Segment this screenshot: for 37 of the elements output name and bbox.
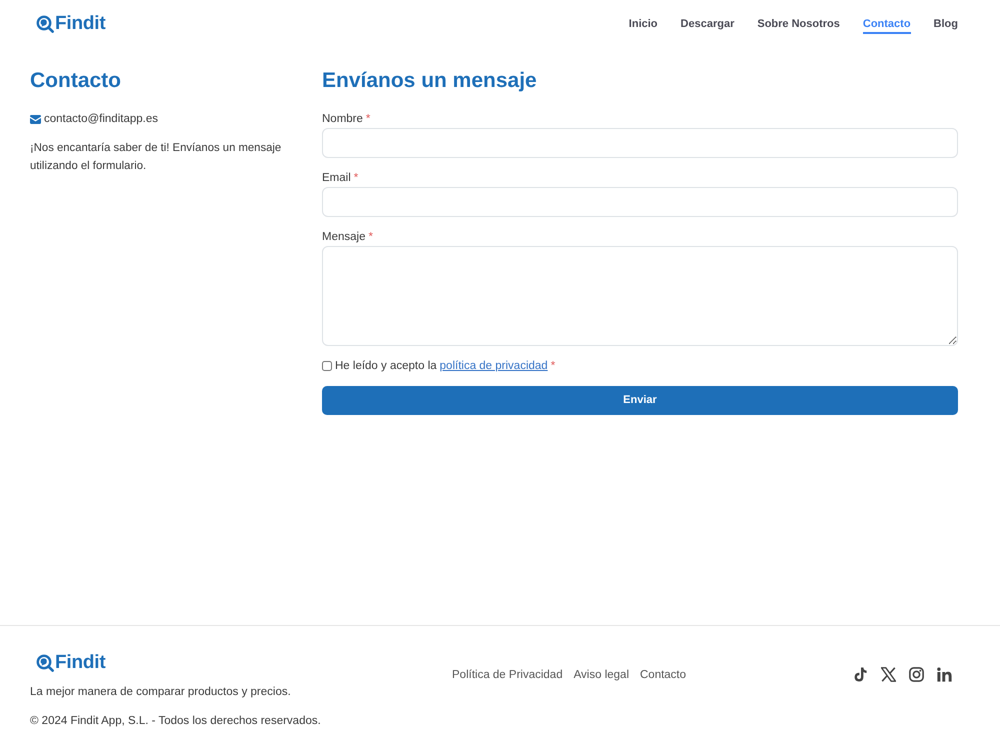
logo-text[interactable]: Findit <box>55 653 106 673</box>
nav-link[interactable]: Contacto <box>862 14 911 34</box>
footer-tagline: La mejor manera de comparar productos y precios. <box>30 685 291 699</box>
required-mark: * <box>368 231 373 243</box>
consent-text: He leído y acepto la <box>335 359 437 373</box>
field-label: Email <box>322 172 351 184</box>
required-mark: * <box>354 172 358 184</box>
field-label: Mensaje <box>322 231 366 243</box>
input-field[interactable] <box>322 187 958 217</box>
required-mark: * <box>366 113 370 125</box>
nav-link[interactable]: Sobre Nosotros <box>757 14 840 34</box>
linkedin-icon[interactable] <box>937 667 952 682</box>
checkbox[interactable] <box>322 361 332 371</box>
privacy-policy-link[interactable]: política de privacidad <box>440 359 548 373</box>
copyright-text: © 2024 Findit App, S.L. - Todos los derechos reservados. <box>30 714 321 728</box>
magnifier-logo-icon <box>36 654 54 672</box>
email-address: contacto@finditapp.es <box>44 112 158 126</box>
magnifier-logo-icon <box>36 15 54 33</box>
form-heading: Envíanos un mensaje <box>322 68 537 94</box>
message-field[interactable] <box>322 246 958 346</box>
logo-text[interactable]: Findit <box>55 14 106 34</box>
x-logo-icon[interactable] <box>881 667 896 682</box>
nav-link[interactable]: Inicio <box>628 14 658 34</box>
intro-text: ¡Nos encantaría saber de ti! Envíanos un mensaje utilizando el formulario. <box>30 141 282 174</box>
tiktok-icon[interactable] <box>853 667 868 682</box>
footer-link[interactable]: Contacto <box>640 668 686 682</box>
instagram-icon[interactable] <box>909 667 924 682</box>
required-mark: * <box>550 359 556 373</box>
footer-link[interactable]: Política de Privacidad <box>452 668 563 682</box>
footer-link[interactable]: Aviso legal <box>574 668 629 682</box>
input-field[interactable] <box>322 128 958 158</box>
section-heading: Contacto <box>30 68 121 94</box>
submit-button[interactable]: Enviar <box>322 386 958 415</box>
envelope-icon <box>30 114 41 124</box>
nav-link[interactable]: Descargar <box>680 14 734 34</box>
field-label: Nombre <box>322 113 363 125</box>
nav-link[interactable]: Blog <box>934 14 958 34</box>
